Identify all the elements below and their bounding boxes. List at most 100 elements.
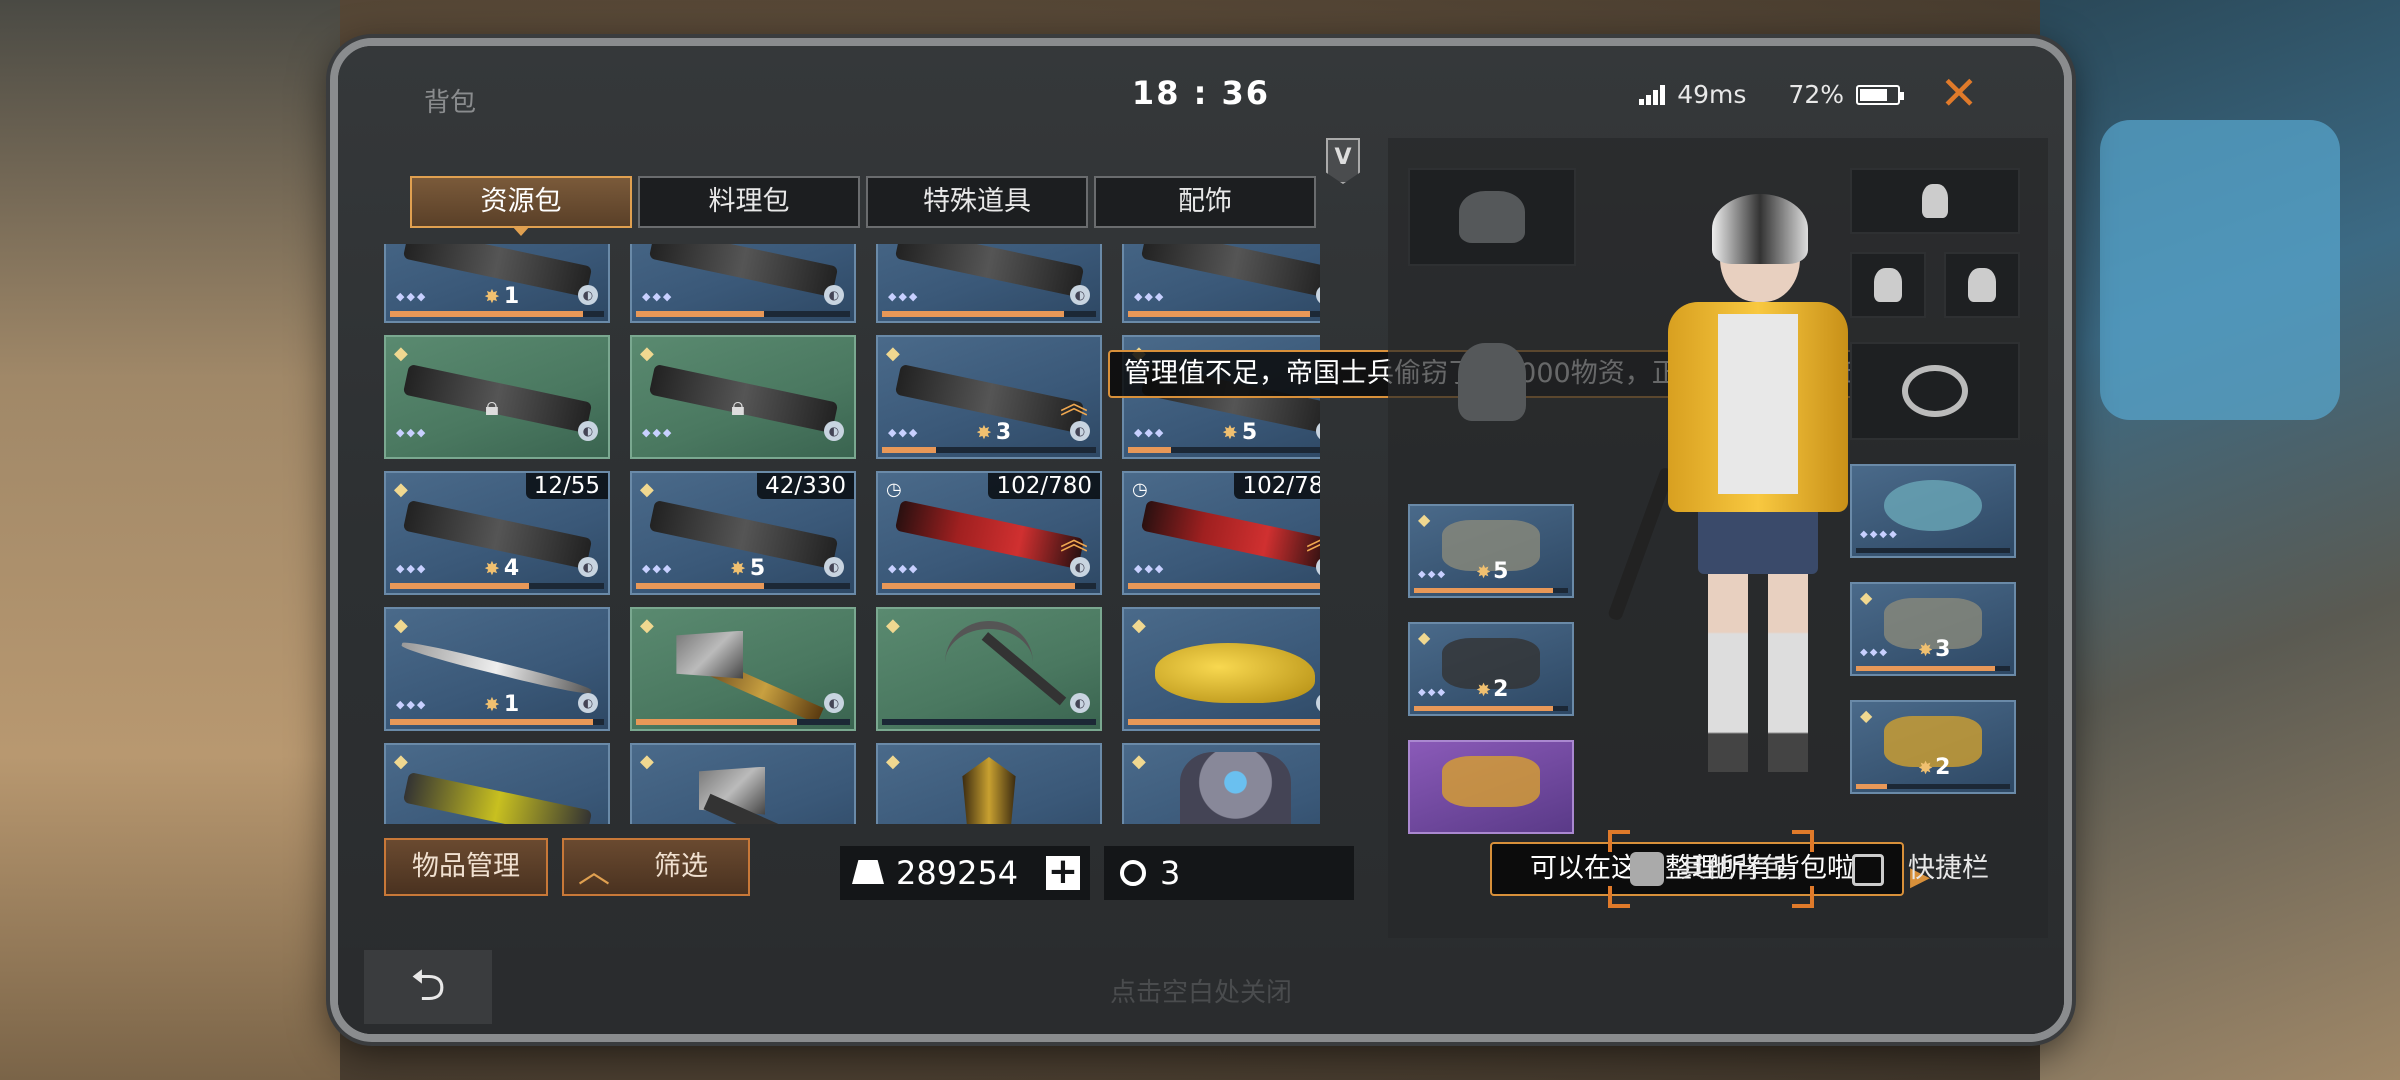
backpack-window: 背包 18 : 36 49ms 72% ✕ V 资源包 料理包 特殊道具 配饰 … [330, 38, 2072, 1042]
durability-icon: ◐ [824, 285, 844, 305]
item-count: 102/780 [1234, 473, 1320, 499]
inventory-item[interactable]: ◆◐ [876, 607, 1102, 731]
quality-dots: ◆◆◆ [642, 290, 674, 303]
quickbar-icon [1852, 854, 1884, 886]
rarity-diamond-icon: ◆ [394, 615, 408, 636]
ping-value: 49ms [1677, 80, 1747, 109]
equip-slot-left-1[interactable]: ◆ ◆◆◆ 5 [1408, 504, 1574, 598]
durability-bar [1128, 447, 1320, 453]
tab-special-items[interactable]: 特殊道具 [866, 176, 1088, 228]
inventory-item[interactable]: ◷102/780︽◆◆◆◐ [876, 471, 1102, 595]
durability-bar [390, 719, 604, 725]
durability-icon: ◐ [1070, 421, 1090, 441]
gold-amount: 289254 [896, 854, 1019, 892]
durability-bar [636, 583, 850, 589]
tab-food-pack[interactable]: 料理包 [638, 176, 860, 228]
inventory-item[interactable]: ◆ 12/55 ◆◆◆ 4 ◐ [384, 471, 610, 595]
durability-icon: ◐ [1070, 285, 1090, 305]
other-bag-label: 其他背包 [1680, 853, 1788, 884]
inventory-item[interactable]: ◆◆◆◆◐ [630, 244, 856, 323]
durability-icon: ◐ [824, 693, 844, 713]
durability-icon: ◐ [824, 421, 844, 441]
star-level: 5 [730, 556, 765, 581]
quality-dots: ◆◆◆ [642, 562, 674, 575]
inventory-item[interactable]: ◆ 🔒︎ ◆◆◆ ◐ [630, 335, 856, 459]
inventory-item[interactable]: ◆ ︽ ◆◆◆ 3 ◐ [876, 335, 1102, 459]
inventory-item[interactable]: ◆◆◆◆◐ [876, 244, 1102, 323]
filter-label: 筛选 [654, 851, 708, 882]
timer-icon: ◷ [886, 479, 902, 500]
durability-icon: ◐ [578, 557, 598, 577]
hat-slot[interactable] [1408, 168, 1576, 266]
coin-amount: 3 [1160, 854, 1181, 892]
inventory-grid[interactable]: ◆◆◆◆1◐◆◆◆◆◐◆◆◆◆◐◆◆◆◆◐◆🔒︎◆◆◆◐◆🔒︎◆◆◆◐◆︽◆◆◆… [384, 244, 1320, 824]
quickbar-button[interactable]: 快捷栏 [1830, 830, 2026, 908]
close-icon[interactable]: ✕ [1934, 68, 1984, 118]
item-count: 102/780 [988, 473, 1100, 499]
vip-badge-icon[interactable]: V [1326, 138, 1360, 184]
status-area: 49ms 72% [1639, 80, 1904, 109]
character-model[interactable] [1607, 174, 1898, 814]
durability-bar [636, 311, 850, 317]
inventory-item[interactable]: ◆◆◆◆5◐ [1122, 743, 1320, 824]
inventory-item[interactable]: ◆ 42/330 ◆◆◆ 5 ◐ [630, 471, 856, 595]
inventory-item[interactable]: ◆◐ [876, 743, 1102, 824]
durability-icon: ◐ [824, 557, 844, 577]
other-bag-button[interactable]: 其他背包 [1608, 830, 1814, 908]
coin-icon [1120, 860, 1146, 886]
add-gold-button[interactable]: + [1046, 854, 1080, 890]
durability-icon: ◐ [1316, 693, 1320, 713]
inventory-item[interactable]: ◷102/780︽◆◆◆◐ [1122, 471, 1320, 595]
rarity-diamond-icon: ◆ [886, 615, 900, 636]
durability-bar [882, 311, 1096, 317]
inventory-item[interactable]: ◆◐ [630, 607, 856, 731]
rarity-diamond-icon: ◆ [640, 343, 654, 364]
screen: 背包 18 : 36 49ms 72% ✕ V 资源包 料理包 特殊道具 配饰 … [338, 46, 2064, 1034]
quality-dots: ◆◆◆ [888, 290, 920, 303]
item-manage-button[interactable]: 物品管理 [384, 838, 548, 896]
star-level: 1 [484, 692, 519, 717]
inventory-item[interactable]: ◆◆◆◆1◐ [384, 607, 610, 731]
battery-percent: 72% [1788, 80, 1844, 109]
gold-currency: 289254 + [840, 846, 1090, 900]
backpack-slot[interactable] [1408, 284, 1576, 480]
equip-slot-left-2[interactable]: ◆ ◆◆◆ 2 [1408, 622, 1574, 716]
gold-bar-icon [852, 860, 884, 884]
drone-icon [1967, 267, 1997, 303]
inventory-item[interactable]: ◆◆◆◆◐ [1122, 244, 1320, 323]
tab-resource-pack[interactable]: 资源包 [410, 176, 632, 236]
inventory-item[interactable]: ◆◆◆◆◐ [384, 743, 610, 824]
filter-button[interactable]: ︿ 筛选 [562, 838, 750, 896]
inventory-item[interactable]: ◆◐ [1122, 607, 1320, 731]
battery-icon [1856, 84, 1904, 105]
inventory-item[interactable]: ◆ 🔒︎ ◆◆◆ ◐ [384, 335, 610, 459]
durability-icon: ◐ [1070, 557, 1090, 577]
ring-icon [1901, 364, 1969, 418]
quality-dots: ◆◆◆ [1134, 290, 1166, 303]
upgrade-arrow-icon: ︽ [1059, 386, 1088, 420]
background-object [2100, 120, 2340, 420]
durability-icon: ◐ [1070, 693, 1090, 713]
durability-bar [882, 719, 1096, 725]
rarity-diamond-icon: ◆ [886, 343, 900, 364]
drone-slot[interactable] [1944, 252, 2020, 318]
inventory-item[interactable]: ◆◆◆◆◐ [630, 743, 856, 824]
durability-bar [882, 583, 1096, 589]
signal-icon [1639, 84, 1666, 105]
item-count: 42/330 [757, 473, 854, 499]
tab-accessories[interactable]: 配饰 [1094, 176, 1316, 228]
rarity-diamond-icon: ◆ [394, 479, 408, 500]
durability-icon: ◐ [578, 421, 598, 441]
quickbar-label: 快捷栏 [1908, 853, 1989, 884]
background-left [0, 0, 340, 1080]
rarity-diamond-icon: ◆ [1132, 615, 1146, 636]
durability-bar [1128, 719, 1320, 725]
top-bar: 背包 18 : 36 49ms 72% ✕ [338, 46, 2064, 126]
backpack-icon [1458, 342, 1526, 422]
inventory-item[interactable]: ◆◆◆◆1◐ [384, 244, 610, 323]
shirt-icon [1921, 183, 1949, 219]
equip-slot-left-3[interactable] [1408, 740, 1574, 834]
rarity-diamond-icon: ◆ [394, 343, 408, 364]
durability-bar [390, 311, 604, 317]
quality-dots: ◆◆◆ [396, 698, 428, 711]
